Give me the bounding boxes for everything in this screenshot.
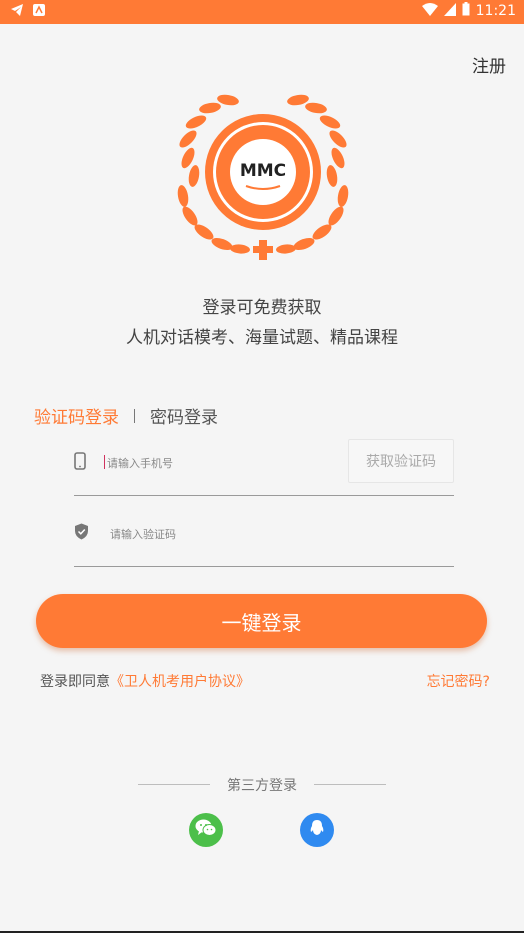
app-notification-icon — [32, 3, 46, 17]
signal-icon — [443, 2, 456, 20]
get-code-button[interactable]: 获取验证码 — [348, 439, 454, 483]
phone-underline — [74, 495, 454, 496]
register-link[interactable]: 注册 — [472, 52, 506, 77]
phone-input[interactable] — [105, 453, 339, 473]
shield-icon — [74, 523, 89, 544]
battery-icon — [462, 2, 470, 20]
agreement-text: 登录即同意《卫人机考用户协议》 — [40, 671, 250, 691]
third-party-label: 第三方登录 — [227, 778, 297, 794]
forgot-password-link[interactable]: 忘记密码? — [427, 671, 490, 691]
status-bar: 11:21 — [0, 0, 524, 24]
user-agreement-link[interactable]: 《卫人机考用户协议》 — [110, 674, 250, 690]
qq-icon — [309, 819, 325, 841]
tab-sms-login[interactable]: 验证码登录 — [34, 403, 119, 428]
login-tabs: 验证码登录 密码登录 — [34, 403, 218, 428]
tab-divider — [134, 408, 135, 423]
phone-icon — [74, 452, 86, 474]
tagline-line1: 登录可免费获取 — [202, 298, 322, 318]
tagline-line2: 人机对话模考、海量试题、精品课程 — [126, 328, 398, 348]
divider-right — [314, 784, 386, 785]
wechat-icon — [195, 819, 217, 841]
wechat-login-button[interactable] — [189, 813, 223, 847]
logo-text: MMC — [240, 161, 286, 181]
code-input[interactable] — [108, 524, 412, 544]
qq-login-button[interactable] — [300, 813, 334, 847]
wifi-icon — [421, 2, 438, 20]
agreement-prefix: 登录即同意 — [40, 674, 110, 690]
one-click-login-button[interactable]: 一键登录 — [36, 594, 487, 648]
mmc-logo: MMC — [174, 92, 352, 260]
status-time: 11:21 — [475, 3, 516, 19]
tab-password-login[interactable]: 密码登录 — [150, 403, 218, 428]
code-underline — [74, 566, 454, 567]
telegram-icon — [10, 3, 24, 17]
